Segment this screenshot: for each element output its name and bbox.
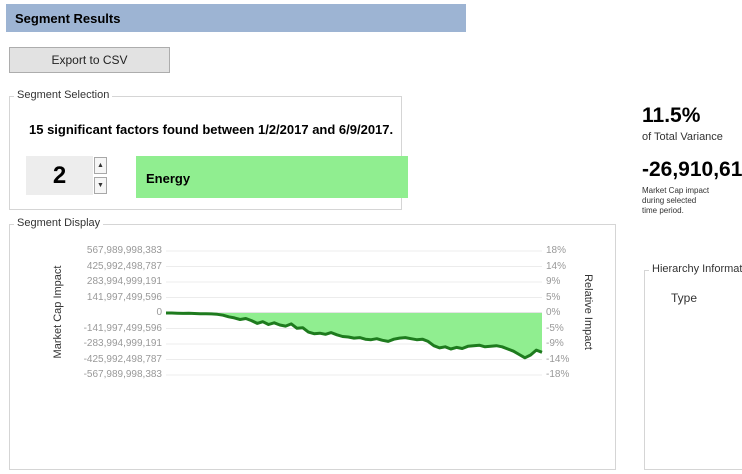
segment-chart <box>166 250 543 376</box>
impact-area <box>166 313 542 358</box>
